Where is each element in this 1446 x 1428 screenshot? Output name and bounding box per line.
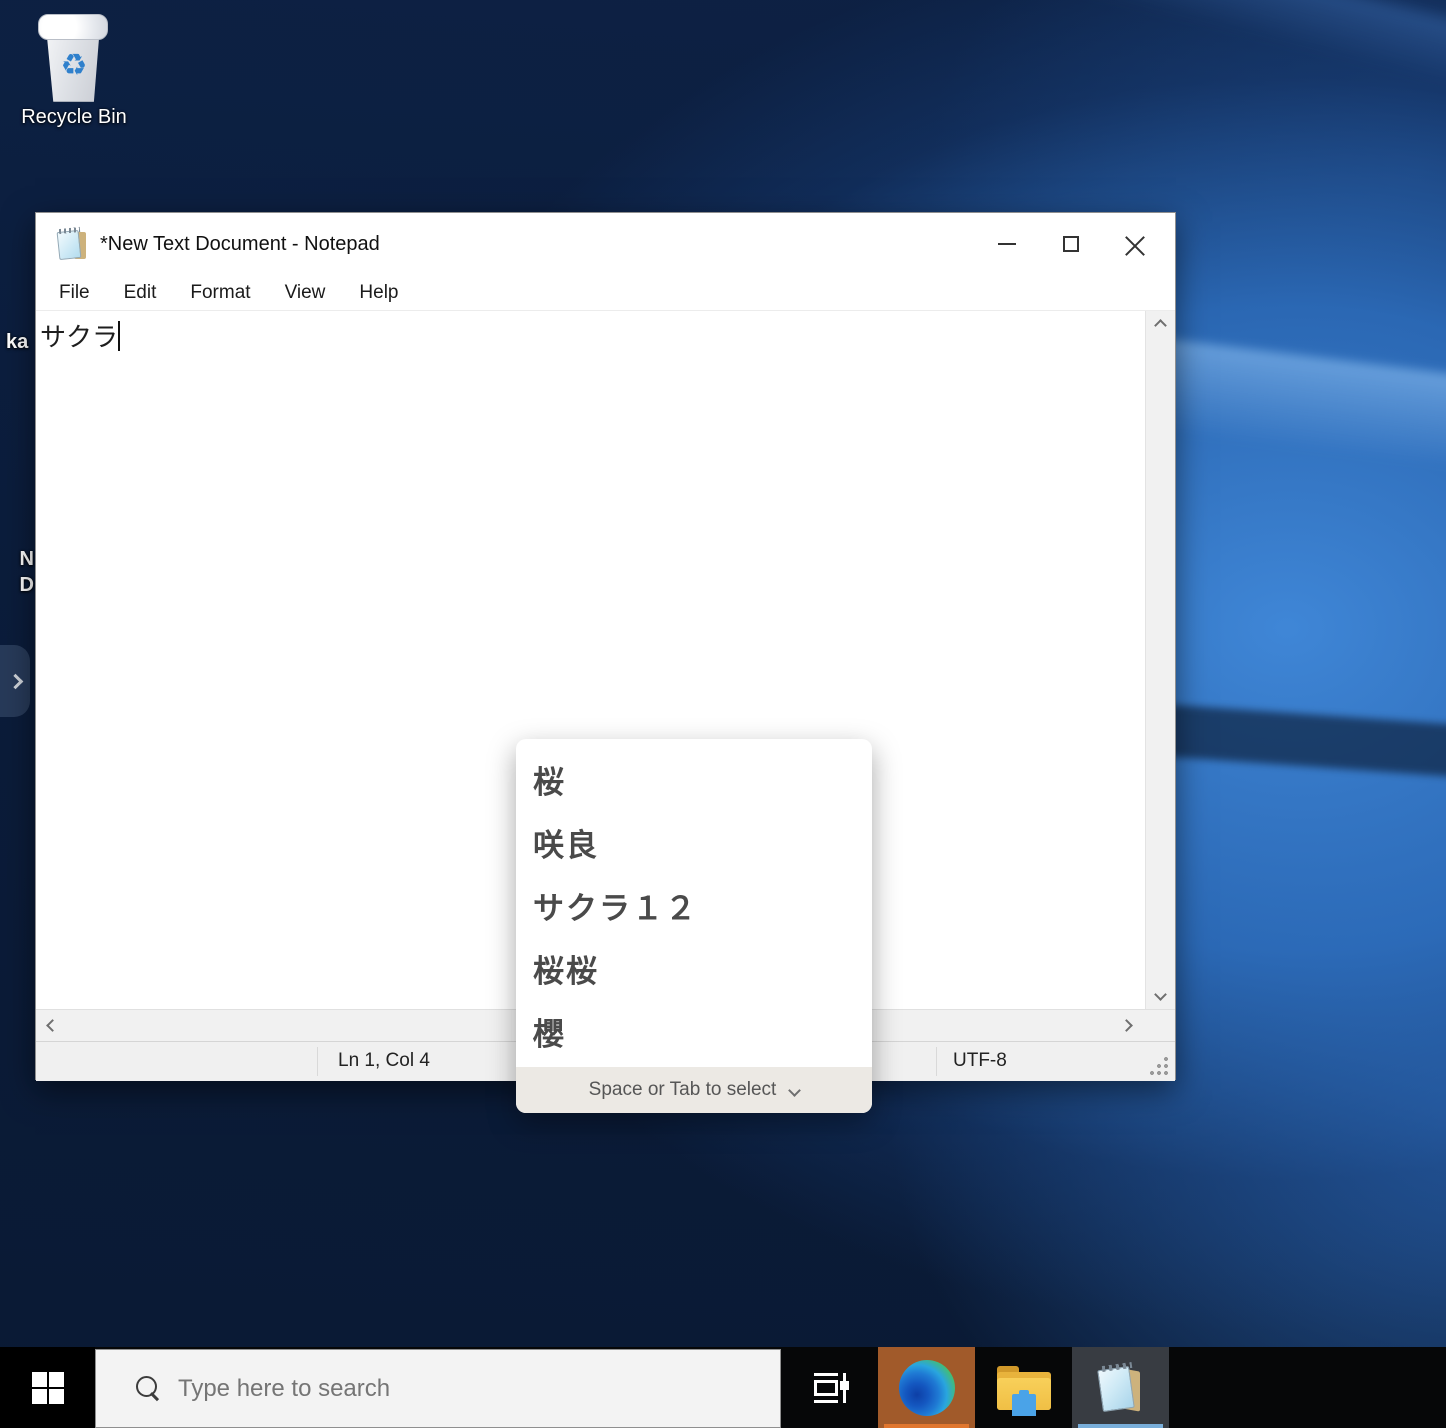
recycle-bin-icon[interactable]: ♻ Recycle Bin [12,14,136,129]
edge-active-indicator [884,1424,969,1428]
menu-bar: File Edit Format View Help [36,275,1175,311]
window-title: *New Text Document - Notepad [100,233,380,256]
ime-candidate-list: 桜 咲良 サクラ１２ 桜桜 櫻 [516,739,872,1067]
file-explorer-taskbar-button[interactable] [975,1347,1072,1428]
desktop-icon-label-partial: N D [0,546,34,598]
vertical-scrollbar[interactable] [1145,311,1175,1009]
edge-icon [899,1360,955,1416]
ime-candidate[interactable]: サクラ１２ [516,874,872,937]
composition-text: サクラ [40,323,118,353]
menu-help[interactable]: Help [349,282,408,304]
cursor-position-status: Ln 1, Col 4 [338,1050,430,1072]
partial-label-line: N [0,546,34,572]
statusbar-separator [936,1047,937,1076]
menu-view[interactable]: View [275,282,336,304]
scroll-up-icon[interactable] [1154,319,1167,332]
search-icon [136,1376,162,1402]
recycle-symbol-icon: ♻ [36,48,112,83]
close-icon [1125,234,1145,254]
scroll-right-icon[interactable] [1120,1019,1133,1032]
menu-edit[interactable]: Edit [114,282,167,304]
resize-grip[interactable] [1149,1056,1169,1076]
ime-candidate[interactable]: 桜 [516,748,872,811]
ime-candidate[interactable]: 桜桜 [516,937,872,1000]
scroll-down-icon[interactable] [1154,988,1167,1001]
file-explorer-icon [997,1366,1051,1410]
ime-footer[interactable]: Space or Tab to select [516,1067,872,1113]
search-input[interactable] [178,1375,780,1403]
menu-file[interactable]: File [49,282,100,304]
ime-footer-hint: Space or Tab to select [589,1079,777,1101]
encoding-status: UTF-8 [953,1050,1007,1072]
ime-candidate[interactable]: 櫻 [516,1000,872,1063]
notepad-icon [1096,1362,1146,1414]
titlebar[interactable]: *New Text Document - Notepad [36,213,1175,275]
taskbar-search[interactable] [95,1349,781,1428]
maximize-button[interactable] [1039,213,1103,275]
start-button[interactable] [0,1347,95,1428]
close-button[interactable] [1103,213,1167,275]
edge-taskbar-button[interactable] [878,1347,975,1428]
chevron-right-icon [7,673,23,689]
notepad-app-icon [56,227,88,261]
scroll-left-icon[interactable] [46,1019,59,1032]
taskbar [0,1347,1446,1428]
maximize-icon [1063,236,1079,252]
minimize-icon [998,243,1016,245]
notepad-taskbar-button[interactable] [1072,1347,1169,1428]
chevron-down-icon [788,1084,801,1097]
notepad-active-indicator [1078,1424,1163,1428]
task-view-button[interactable] [781,1347,878,1428]
desktop-icon-label-partial: ka [6,331,28,354]
partial-label-line: D [0,572,34,598]
minimize-button[interactable] [975,213,1039,275]
recycle-bin-glyph: ♻ [36,14,112,106]
window-controls [975,213,1167,275]
text-caret [118,321,120,351]
edge-flyout-handle[interactable] [0,645,30,717]
statusbar-separator [317,1047,318,1076]
notepad-icon-page [57,230,82,260]
ime-candidate-window: 桜 咲良 サクラ１２ 桜桜 櫻 Space or Tab to select [516,739,872,1113]
ime-candidate[interactable]: 咲良 [516,811,872,874]
recycle-bin-label: Recycle Bin [12,106,136,129]
windows-logo-icon [32,1372,64,1404]
task-view-icon [810,1371,850,1405]
menu-format[interactable]: Format [180,282,260,304]
recycle-bin-paper [38,14,108,40]
